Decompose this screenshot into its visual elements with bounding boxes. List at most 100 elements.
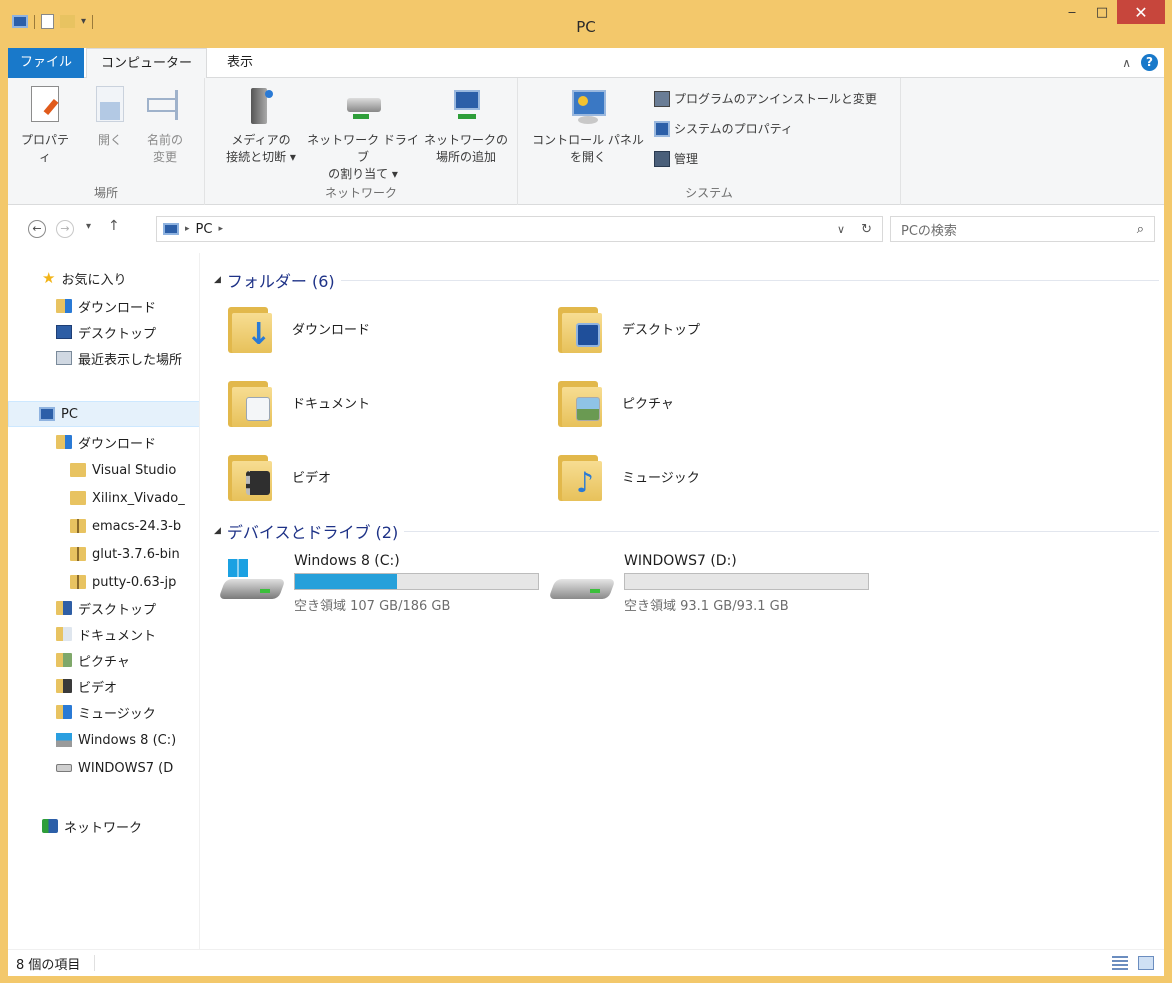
add-location-label-line1: ネットワークの: [423, 133, 508, 147]
address-bar[interactable]: ▸ PC ▸ ∨ ↻: [156, 216, 883, 242]
nav-pc[interactable]: PC: [8, 401, 199, 427]
rename-button[interactable]: 名前の 変更: [140, 84, 190, 166]
nav-dl-child[interactable]: emacs-24.3-b: [8, 513, 199, 539]
drive-usage-bar: [624, 573, 869, 590]
nav-drive-c[interactable]: Windows 8 (C:): [8, 727, 199, 753]
map-network-drive-button[interactable]: ネットワーク ドライブ の割り当て ▾: [305, 84, 421, 183]
uninstall-program-button[interactable]: プログラムのアンインストールと変更: [654, 90, 877, 107]
uninstall-label: プログラムのアンインストールと変更: [674, 92, 877, 106]
nav-dl-child[interactable]: glut-3.7.6-bin: [8, 541, 199, 567]
folder-tile-music[interactable]: ♪ ミュージック: [558, 441, 878, 511]
large-icons-view-icon[interactable]: [1138, 956, 1154, 970]
media-connect-button[interactable]: メディアの 接続と切断 ▾: [215, 84, 307, 166]
up-arrow-icon[interactable]: ↑: [108, 218, 120, 234]
tab-computer[interactable]: コンピューター: [86, 48, 207, 79]
nav-dl-child-label: Xilinx_Vivado_: [92, 490, 185, 506]
back-button[interactable]: ←: [28, 220, 46, 238]
recent-locations-icon[interactable]: ▾: [86, 221, 91, 232]
section-divider: [404, 530, 1159, 532]
control-panel-label-line1: コントロール パネル: [532, 133, 644, 147]
collapse-ribbon-icon[interactable]: ∧: [1122, 56, 1131, 70]
refresh-icon[interactable]: ↻: [851, 222, 882, 237]
search-box[interactable]: PCの検索 ⌕: [890, 216, 1155, 242]
drive-tile-c[interactable]: Windows 8 (C:) 空き領域 107 GB/186 GB: [200, 553, 539, 623]
tab-file[interactable]: ファイル: [8, 48, 84, 78]
details-view-icon[interactable]: [1112, 956, 1128, 970]
folder-tile-downloads[interactable]: ↓ ダウンロード: [228, 293, 548, 363]
drive-usage-fill: [295, 574, 398, 589]
title-bar: ▾ PC ‒ □ ✕: [0, 0, 1172, 48]
maximize-button[interactable]: □: [1087, 0, 1117, 24]
hard-drive-icon: [218, 575, 286, 605]
nav-network[interactable]: ネットワーク: [8, 813, 199, 839]
folders-section-header[interactable]: ◢ フォルダー (6): [214, 268, 1159, 292]
nav-downloads[interactable]: ダウンロード: [8, 429, 199, 455]
nav-desktop[interactable]: デスクトップ: [8, 595, 199, 621]
navigation-pane: ★ お気に入り ダウンロード デスクトップ 最近表示した場所 PC ダウンロード…: [8, 253, 200, 949]
folder-tile-desktop[interactable]: デスクトップ: [558, 293, 878, 363]
devices-header-label: デバイスとドライブ (2): [226, 523, 399, 542]
rename-icon: [145, 84, 185, 128]
drive-name: WINDOWS7 (D:): [624, 553, 737, 569]
nav-fav-downloads-label: ダウンロード: [78, 300, 157, 316]
close-button[interactable]: ✕: [1117, 0, 1165, 24]
downloads-folder-icon: ↓: [228, 301, 276, 355]
nav-videos[interactable]: ビデオ: [8, 673, 199, 699]
media-label-line1: メディアの: [231, 133, 291, 147]
breadcrumb-chevron-icon[interactable]: ▸: [185, 224, 190, 234]
open-icon: [90, 84, 130, 128]
manage-button[interactable]: 管理: [654, 150, 698, 167]
nav-favorites[interactable]: ★ お気に入り: [8, 265, 199, 291]
folder-tile-videos[interactable]: ビデオ: [228, 441, 548, 511]
nav-pictures[interactable]: ピクチャ: [8, 647, 199, 673]
open-control-panel-button[interactable]: コントロール パネル を開く: [526, 84, 650, 166]
zip-folder-icon: [70, 575, 86, 589]
status-separator: [94, 955, 96, 971]
drive-free-space: 空き領域 107 GB/186 GB: [294, 599, 451, 614]
open-button[interactable]: 開く: [90, 84, 130, 149]
music-folder-icon: [56, 705, 72, 719]
network-location-icon: [446, 84, 486, 128]
documents-folder-icon: [228, 375, 276, 429]
zip-folder-icon: [70, 547, 86, 561]
tab-view[interactable]: 表示: [213, 48, 267, 78]
properties-button[interactable]: プロパティ: [18, 84, 72, 166]
breadcrumb-pc[interactable]: PC: [196, 222, 213, 237]
forward-button[interactable]: →: [56, 220, 74, 238]
system-properties-button[interactable]: システムのプロパティ: [654, 120, 793, 137]
zip-folder-icon: [70, 519, 86, 533]
drive-tile-d[interactable]: WINDOWS7 (D:) 空き領域 93.1 GB/93.1 GB: [530, 553, 869, 623]
collapse-triangle-icon[interactable]: ◢: [214, 526, 221, 536]
devices-section-header[interactable]: ◢ デバイスとドライブ (2): [214, 519, 1159, 543]
nav-music[interactable]: ミュージック: [8, 699, 199, 725]
folder-tile-pictures[interactable]: ピクチャ: [558, 367, 878, 437]
hard-drive-icon: [548, 575, 616, 605]
nav-drive-d[interactable]: WINDOWS7 (D: [8, 755, 199, 781]
nav-fav-recent[interactable]: 最近表示した場所: [8, 345, 199, 371]
minimize-button[interactable]: ‒: [1057, 0, 1087, 24]
nav-dl-child-label: putty-0.63-jp: [92, 574, 177, 590]
group-system: コントロール パネル を開く プログラムのアンインストールと変更 システムのプロ…: [518, 78, 901, 205]
system-properties-label: システムのプロパティ: [674, 122, 793, 136]
search-icon[interactable]: ⌕: [1137, 222, 1154, 237]
folder-icon: [70, 463, 86, 477]
collapse-triangle-icon[interactable]: ◢: [214, 275, 221, 285]
nav-fav-desktop[interactable]: デスクトップ: [8, 319, 199, 345]
drive-name: Windows 8 (C:): [294, 553, 400, 569]
system-properties-icon: [654, 120, 670, 137]
nav-fav-downloads[interactable]: ダウンロード: [8, 293, 199, 319]
breadcrumb-chevron-icon[interactable]: ▸: [218, 224, 223, 234]
nav-dl-child[interactable]: Visual Studio: [8, 457, 199, 483]
control-panel-label-line2: を開く: [569, 150, 606, 164]
folder-tile-documents[interactable]: ドキュメント: [228, 367, 548, 437]
add-network-location-button[interactable]: ネットワークの 場所の追加: [423, 84, 509, 166]
nav-dl-child[interactable]: Xilinx_Vivado_: [8, 485, 199, 511]
navigation-bar: ← → ▾ ↑ ▸ PC ▸ ∨ ↻ PCの検索 ⌕: [8, 205, 1164, 253]
music-folder-icon: ♪: [558, 449, 606, 503]
address-dropdown-icon[interactable]: ∨: [837, 223, 845, 236]
nav-documents[interactable]: ドキュメント: [8, 621, 199, 647]
nav-dl-child[interactable]: putty-0.63-jp: [8, 569, 199, 595]
help-icon[interactable]: ?: [1141, 54, 1158, 71]
folder-label: デスクトップ: [622, 322, 701, 338]
group-system-label: システム: [685, 186, 733, 200]
